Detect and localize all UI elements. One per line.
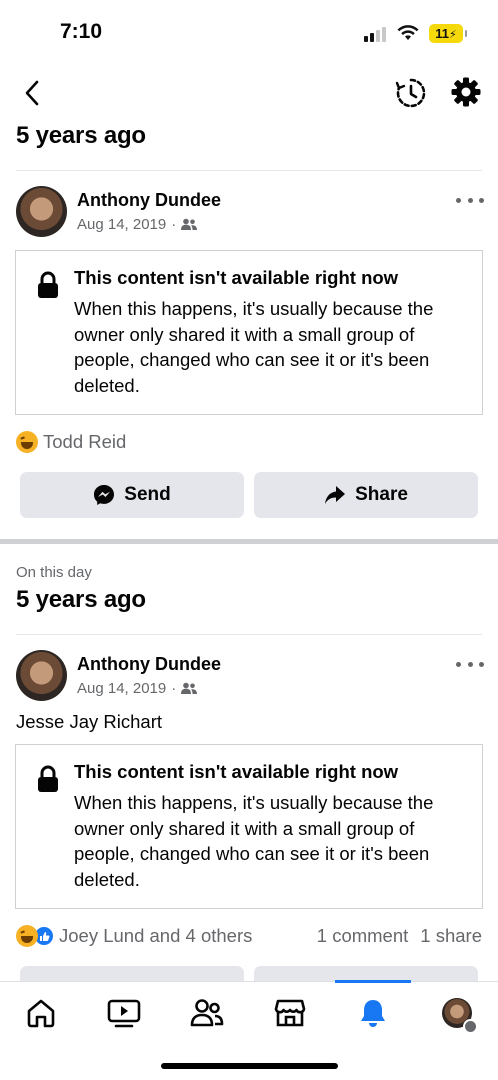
home-indicator[interactable] [161,1063,338,1069]
memory-subtitle: On this day [16,564,92,581]
tab-profile-menu[interactable] [440,996,478,1034]
reactions-summary[interactable]: Todd Reid [16,431,482,453]
home-icon [27,999,55,1028]
chevron-left-icon [25,80,39,106]
reactor-names: Todd Reid [43,431,127,452]
author-avatar[interactable] [16,650,67,701]
status-bar: 7:10 11⚡ [0,0,498,66]
comment-count[interactable]: 1 comment [317,925,409,947]
messenger-icon [94,485,115,505]
friends-icon [181,682,198,694]
reactions-summary: Joey Lund and 4 others 1 comment 1 share [16,925,482,947]
post-meta: Aug 14, 2019 · [77,216,198,233]
clock-history-icon [395,78,426,108]
marketplace-icon [274,999,306,1027]
meta-separator: · [171,680,177,697]
friends-icon [181,218,198,230]
status-time: 7:10 [60,20,103,43]
memory-section-title: 5 years ago [16,122,146,149]
post-text[interactable]: Jesse Jay Richart [16,711,162,733]
battery-level: 11 [435,26,449,41]
notifications-icon [361,1000,385,1027]
share-arrow-icon [325,486,346,504]
tab-video[interactable] [107,996,141,1030]
profile-avatar [442,998,478,1034]
wifi-icon [397,25,419,40]
tab-home[interactable] [24,996,58,1030]
laugh-emoji-icon [16,925,38,947]
gear-icon [451,77,481,107]
share-button[interactable]: Share [254,472,478,518]
reactor-names[interactable]: Joey Lund and 4 others [59,925,252,947]
section-divider [16,634,482,635]
memories-history-button[interactable] [394,76,428,110]
meta-separator: · [171,216,177,233]
share-label: Share [355,484,408,505]
post-author-name[interactable]: Anthony Dundee [77,190,221,211]
author-avatar[interactable] [16,186,67,237]
battery-indicator: 11⚡ [429,24,467,43]
post-more-options-button[interactable] [456,654,484,674]
menu-icon [463,1019,478,1034]
post-meta: Aug 14, 2019 · [77,680,198,697]
memory-separator [0,539,498,544]
post-author-name[interactable]: Anthony Dundee [77,654,221,675]
post-date[interactable]: Aug 14, 2019 [77,216,166,233]
video-icon [107,999,141,1028]
tab-notifications[interactable] [356,996,390,1030]
section-divider [16,170,482,171]
share-count[interactable]: 1 share [420,925,482,947]
post-more-options-button[interactable] [456,190,484,210]
post-date[interactable]: Aug 14, 2019 [77,680,166,697]
lock-icon [38,765,58,792]
active-tab-indicator [335,980,411,983]
send-button[interactable]: Send [20,472,244,518]
unavailable-title: This content isn't available right now [74,761,399,782]
unavailable-body: When this happens, it's usually because … [74,792,434,890]
send-label: Send [124,484,171,505]
unavailable-content-box: This content isn't available right now W… [15,744,483,909]
unavailable-content-box: This content isn't available right now W… [15,250,483,415]
laugh-emoji-icon [16,431,38,453]
memory-section-title: 5 years ago [16,586,146,613]
unavailable-title: This content isn't available right now [74,267,399,288]
unavailable-body: When this happens, it's usually because … [74,298,434,396]
back-button[interactable] [16,76,48,110]
tab-friends[interactable] [190,996,224,1030]
settings-button[interactable] [450,76,484,110]
lock-icon [38,271,58,298]
friends-icon [190,999,224,1027]
cellular-signal-icon [364,26,390,42]
tab-marketplace[interactable] [273,996,307,1030]
